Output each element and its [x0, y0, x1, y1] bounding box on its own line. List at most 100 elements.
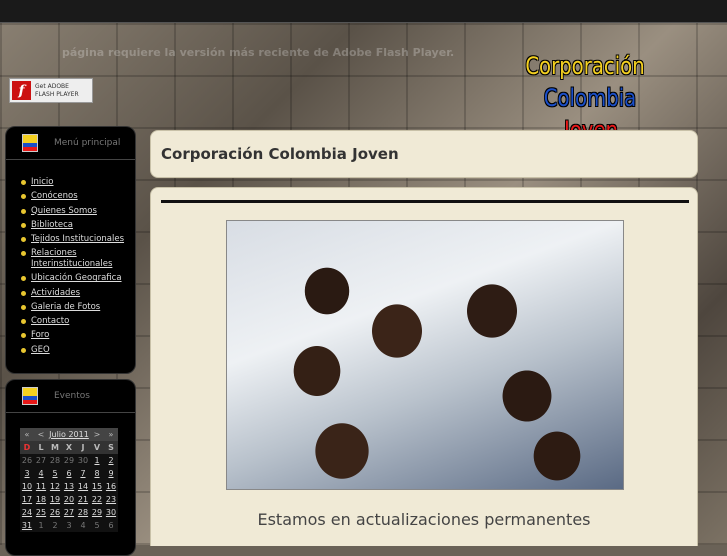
menu-item-label[interactable]: GEO [31, 345, 50, 355]
calendar-day-number[interactable]: 11 [36, 482, 46, 491]
calendar-day-number[interactable]: 4 [38, 469, 43, 478]
menu-item-label[interactable]: Inicio [31, 177, 54, 187]
calendar-day-number[interactable]: 20 [64, 495, 74, 504]
calendar-day[interactable]: 17 [20, 493, 34, 506]
get-flash-player-button[interactable]: f Get ADOBE FLASH PLAYER [9, 78, 93, 103]
menu-item-ubicacion[interactable]: Ubicación Geografica [21, 273, 135, 284]
calendar-day[interactable]: 20 [62, 493, 76, 506]
calendar-day[interactable]: 19 [48, 493, 62, 506]
menu-item-actividades[interactable]: Actividades [21, 288, 135, 299]
prev-year-button[interactable]: « [20, 428, 34, 441]
page-title-box: Corporación Colombia Joven [150, 130, 698, 178]
calendar-day-number[interactable]: 18 [36, 495, 46, 504]
calendar-day-number[interactable]: 19 [50, 495, 60, 504]
calendar-month-link[interactable]: Julio 2011 [49, 430, 89, 439]
calendar-day[interactable]: 12 [48, 480, 62, 493]
calendar-day[interactable]: 28 [76, 506, 90, 519]
calendar-day-number[interactable]: 2 [108, 456, 113, 465]
calendar-day[interactable]: 29 [90, 506, 104, 519]
menu-item-inicio[interactable]: Inicio [21, 177, 135, 188]
calendar-day[interactable]: 4 [34, 467, 48, 480]
menu-item-label[interactable]: Foro [31, 330, 49, 340]
calendar-day-number[interactable]: 23 [106, 495, 116, 504]
calendar-day-number[interactable]: 27 [64, 508, 74, 517]
menu-item-tejidos[interactable]: Tejidos Institucionales [21, 234, 135, 245]
menu-item-foro[interactable]: Foro [21, 330, 135, 341]
calendar-day[interactable]: 30 [104, 506, 118, 519]
calendar-day[interactable]: 18 [34, 493, 48, 506]
menu-item-label[interactable]: Tejidos Institucionales [31, 234, 124, 244]
calendar-month-label[interactable]: Julio 2011 [48, 428, 90, 441]
calendar-day[interactable]: 31 [20, 519, 34, 532]
calendar-day-number[interactable]: 31 [22, 521, 32, 530]
menu-item-label[interactable]: Contacto [31, 316, 69, 326]
calendar-day-number[interactable]: 13 [64, 482, 74, 491]
next-year-button[interactable]: » [104, 428, 118, 441]
calendar-day-number[interactable]: 6 [66, 469, 71, 478]
calendar-day-number[interactable]: 25 [36, 508, 46, 517]
calendar-day-number[interactable]: 16 [106, 482, 116, 491]
calendar-day-number[interactable]: 24 [22, 508, 32, 517]
calendar-day[interactable]: 9 [104, 467, 118, 480]
calendar-week: 26 27 28 29 30 1 2 [20, 454, 118, 467]
calendar-day[interactable]: 14 [76, 480, 90, 493]
menu-item-label[interactable]: Quienes Somos [31, 206, 97, 216]
calendar-day-number[interactable]: 1 [94, 456, 99, 465]
calendar-day-number[interactable]: 28 [78, 508, 88, 517]
calendar-day[interactable]: 16 [104, 480, 118, 493]
calendar-day[interactable]: 26 [48, 506, 62, 519]
calendar-day[interactable]: 2 [104, 454, 118, 467]
menu-item-galeria[interactable]: Galeria de Fotos [21, 302, 135, 313]
menu-item-label[interactable]: Biblioteca [31, 220, 73, 230]
calendar-day[interactable]: 11 [34, 480, 48, 493]
menu-item-label[interactable]: Relaciones Interinstitucionales [31, 248, 112, 269]
calendar-day-number[interactable]: 17 [22, 495, 32, 504]
calendar-day-number[interactable]: 21 [78, 495, 88, 504]
calendar-day[interactable]: 8 [90, 467, 104, 480]
menu-item-label[interactable]: Ubicación Geografica [31, 273, 122, 283]
calendar-day[interactable]: 21 [76, 493, 90, 506]
calendar-day[interactable]: 7 [76, 467, 90, 480]
calendar-day[interactable]: 13 [62, 480, 76, 493]
events-header: Eventos [6, 380, 135, 413]
calendar-day[interactable]: 15 [90, 480, 104, 493]
menu-item-relaciones[interactable]: Relaciones Interinstitucionales [21, 248, 135, 269]
calendar-day[interactable]: 27 [62, 506, 76, 519]
calendar-day-number[interactable]: 26 [50, 508, 60, 517]
calendar-day-number[interactable]: 5 [52, 469, 57, 478]
next-month-button[interactable]: > [90, 428, 104, 441]
menu-item-label[interactable]: Actividades [31, 288, 80, 298]
calendar-day[interactable]: 24 [20, 506, 34, 519]
calendar-day-number[interactable]: 30 [106, 508, 116, 517]
calendar-day[interactable]: 5 [48, 467, 62, 480]
calendar-day[interactable]: 23 [104, 493, 118, 506]
calendar-day-number: 6 [108, 521, 114, 530]
calendar-day[interactable]: 25 [34, 506, 48, 519]
menu-item-biblioteca[interactable]: Biblioteca [21, 220, 135, 231]
calendar-day[interactable]: 6 [62, 467, 76, 480]
calendar-day-number[interactable]: 12 [50, 482, 60, 491]
calendar-day-number[interactable]: 3 [24, 469, 29, 478]
calendar-day[interactable]: 1 [90, 454, 104, 467]
calendar-day-number[interactable]: 7 [80, 469, 85, 478]
weekday-label: M [48, 441, 62, 454]
menu-item-conocenos[interactable]: Conócenos [21, 191, 135, 202]
calendar-day[interactable]: 22 [90, 493, 104, 506]
calendar-day-number[interactable]: 22 [92, 495, 102, 504]
calendar-day[interactable]: 10 [20, 480, 34, 493]
menu-item-geo[interactable]: GEO [21, 345, 135, 356]
calendar-day-number[interactable]: 14 [78, 482, 88, 491]
menu-item-label[interactable]: Galeria de Fotos [31, 302, 100, 312]
prev-month-button[interactable]: < [34, 428, 48, 441]
calendar-day-number[interactable]: 15 [92, 482, 102, 491]
menu-item-label[interactable]: Conócenos [31, 191, 78, 201]
calendar-day-number[interactable]: 8 [94, 469, 99, 478]
calendar-day-number[interactable]: 29 [92, 508, 102, 517]
calendar-day-number[interactable]: 10 [22, 482, 32, 491]
events-calendar: « < Julio 2011 > » D L M X J V S 26 27 28 2… [20, 428, 118, 532]
calendar-day-number[interactable]: 9 [108, 469, 113, 478]
menu-item-contacto[interactable]: Contacto [21, 316, 135, 327]
menu-item-quienes-somos[interactable]: Quienes Somos [21, 206, 135, 217]
calendar-day[interactable]: 3 [20, 467, 34, 480]
calendar-nav-row: « < Julio 2011 > » [20, 428, 118, 441]
